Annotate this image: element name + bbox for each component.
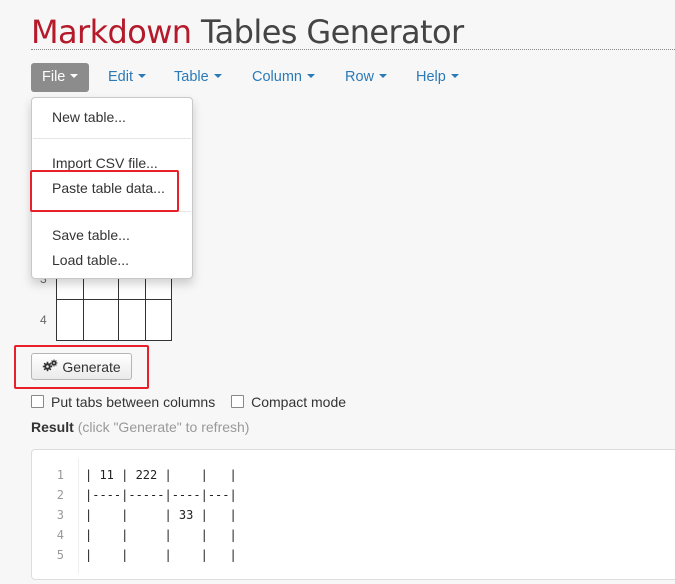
code-line: 3 | | | 33 | | [32, 505, 237, 525]
grid-row-number: 4 [40, 313, 47, 327]
line-number: 5 [56, 548, 64, 562]
menu-item-save-table[interactable]: Save table... [52, 226, 130, 244]
code-line-text: | | | 33 | | [85, 508, 237, 522]
menu-table-label: Table [174, 69, 209, 85]
title-divider [31, 49, 675, 50]
menu-file-label: File [42, 69, 66, 85]
page-title: Markdown Tables Generator [31, 12, 464, 52]
menu-edit-label: Edit [108, 69, 133, 85]
menu-divider [33, 138, 191, 139]
menu-row-label: Row [345, 69, 375, 85]
line-number: 3 [56, 508, 64, 522]
code-line-text: | | | | | [85, 528, 237, 542]
caret-down-icon [450, 74, 459, 79]
result-label: Result [31, 419, 74, 435]
caret-down-icon [306, 74, 315, 79]
line-number: 2 [56, 488, 64, 502]
caret-down-icon [138, 74, 146, 79]
code-line-text: |----|-----|----|---| [85, 488, 237, 502]
file-dropdown-menu: New table... Import CSV file... Paste ta… [31, 97, 193, 279]
result-code-output[interactable]: 1 | 11 | 222 | | | 2 |----|-----|----|---|… [31, 449, 675, 580]
code-line-text: | 11 | 222 | | | [85, 468, 237, 482]
menu-row[interactable]: Row [345, 63, 388, 92]
code-line: 1 | 11 | 222 | | | [32, 465, 237, 485]
code-line: 4 | | | | | [32, 525, 237, 545]
caret-down-icon [379, 74, 388, 79]
menu-item-new-table[interactable]: New table... [52, 108, 126, 126]
grid-cell[interactable] [83, 299, 119, 341]
menu-table[interactable]: Table [174, 63, 222, 92]
result-heading: Result (click "Generate" to refresh) [31, 419, 249, 435]
gears-icon [42, 359, 58, 375]
menu-edit[interactable]: Edit [108, 63, 146, 92]
line-number: 1 [56, 468, 64, 482]
grid-cell[interactable] [56, 299, 84, 341]
menu-column-label: Column [252, 69, 302, 85]
result-hint: (click "Generate" to refresh) [77, 419, 250, 435]
title-rest: Tables Generator [191, 13, 464, 51]
tabs-checkbox[interactable] [31, 395, 44, 408]
caret-down-icon [213, 74, 222, 79]
compact-mode-checkbox[interactable] [231, 395, 245, 408]
grid-cell[interactable] [118, 299, 146, 341]
menu-divider [33, 211, 191, 212]
caret-down-icon [70, 74, 79, 79]
generate-button[interactable]: Generate [31, 353, 132, 380]
table-grid-editor [56, 270, 172, 341]
generate-button-label: Generate [62, 358, 121, 375]
menu-column[interactable]: Column [252, 63, 315, 92]
title-brand: Markdown [31, 13, 192, 51]
menu-item-paste-table-data[interactable]: Paste table data... [52, 179, 165, 197]
code-line: 5 | | | | | [32, 545, 237, 565]
menu-item-import-csv[interactable]: Import CSV file... [52, 154, 158, 172]
compact-mode-checkbox-label: Compact mode [251, 394, 347, 410]
line-number: 4 [56, 528, 64, 542]
menu-help-label: Help [416, 69, 446, 85]
tabs-checkbox-label: Put tabs between columns [51, 394, 216, 410]
output-options: Put tabs between columns Compact mode [31, 394, 346, 410]
menu-item-load-table[interactable]: Load table... [52, 251, 129, 269]
grid-cell[interactable] [145, 299, 172, 341]
menu-help[interactable]: Help [416, 63, 459, 92]
menu-file[interactable]: File [31, 63, 90, 92]
code-line-text: | | | | | [85, 548, 237, 562]
code-line: 2 |----|-----|----|---| [32, 485, 237, 505]
